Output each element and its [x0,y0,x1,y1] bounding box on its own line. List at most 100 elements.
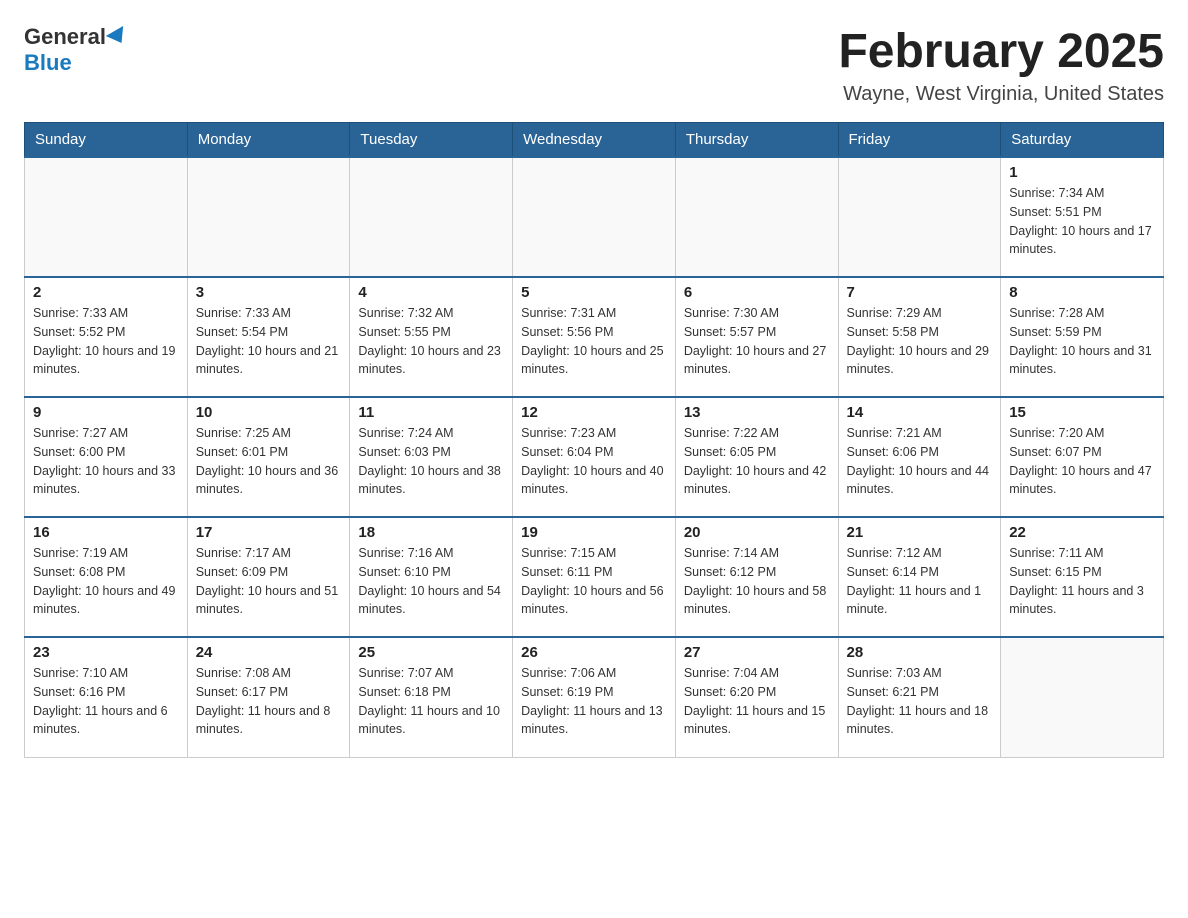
day-number: 19 [521,524,667,541]
calendar-cell: 2Sunrise: 7:33 AMSunset: 5:52 PMDaylight… [25,277,188,397]
calendar-cell: 5 Sunrise: 7:31 AMSunset: 5:56 PMDaylight… [513,277,676,397]
calendar-cell: 8 Sunrise: 7:28 AMSunset: 5:59 PMDaylight… [1001,277,1164,397]
day-info: Sunrise: 7:25 AMSunset: 6:01 PMDaylight:… [196,424,342,499]
day-number: 1 [1009,164,1155,181]
day-number: 28 [847,644,993,661]
header-day-tuesday: Tuesday [350,123,513,158]
day-number: 22 [1009,524,1155,541]
day-info: Sunrise: 7:07 AMSunset: 6:18 PMDaylight:… [358,664,504,739]
calendar-body: 1 Sunrise: 7:34 AMSunset: 5:51 PMDaylight… [25,157,1164,757]
header-day-wednesday: Wednesday [513,123,676,158]
day-info: Sunrise: 7:29 AMSunset: 5:58 PMDaylight:… [847,304,993,379]
day-info: Sunrise: 7:23 AMSunset: 6:04 PMDaylight:… [521,424,667,499]
calendar-cell: 19 Sunrise: 7:15 AMSunset: 6:11 PMDayligh… [513,517,676,637]
day-number: 13 [684,404,830,421]
calendar-cell: 4Sunrise: 7:32 AMSunset: 5:55 PMDaylight… [350,277,513,397]
day-info: Sunrise: 7:27 AMSunset: 6:00 PMDaylight:… [33,424,179,499]
week-row-2: 2Sunrise: 7:33 AMSunset: 5:52 PMDaylight… [25,277,1164,397]
day-info: Sunrise: 7:03 AMSunset: 6:21 PMDaylight:… [847,664,993,739]
day-number: 25 [358,644,504,661]
day-info: Sunrise: 7:14 AMSunset: 6:12 PMDaylight:… [684,544,830,619]
calendar-cell: 15Sunrise: 7:20 AMSunset: 6:07 PMDayligh… [1001,397,1164,517]
day-number: 11 [358,404,504,421]
day-info: Sunrise: 7:30 AMSunset: 5:57 PMDaylight:… [684,304,830,379]
header-day-sunday: Sunday [25,123,188,158]
day-number: 12 [521,404,667,421]
day-number: 27 [684,644,830,661]
logo-general-text: General [24,24,106,50]
calendar-cell: 11 Sunrise: 7:24 AMSunset: 6:03 PMDayligh… [350,397,513,517]
day-info: Sunrise: 7:21 AMSunset: 6:06 PMDaylight:… [847,424,993,499]
calendar-cell [1001,637,1164,757]
day-info: Sunrise: 7:15 AMSunset: 6:11 PMDaylight:… [521,544,667,619]
calendar-cell: 9 Sunrise: 7:27 AMSunset: 6:00 PMDaylight… [25,397,188,517]
calendar-title: February 2025 [838,24,1164,79]
day-info: Sunrise: 7:11 AMSunset: 6:15 PMDaylight:… [1009,544,1155,619]
page-header: General Blue February 2025 Wayne, West V… [24,24,1164,106]
day-number: 26 [521,644,667,661]
day-info: Sunrise: 7:20 AMSunset: 6:07 PMDaylight:… [1009,424,1155,499]
calendar-cell: 1 Sunrise: 7:34 AMSunset: 5:51 PMDaylight… [1001,157,1164,277]
header-day-monday: Monday [187,123,350,158]
calendar-cell: 16 Sunrise: 7:19 AMSunset: 6:08 PMDayligh… [25,517,188,637]
calendar-cell: 25 Sunrise: 7:07 AMSunset: 6:18 PMDayligh… [350,637,513,757]
calendar-cell [187,157,350,277]
calendar-cell: 22 Sunrise: 7:11 AMSunset: 6:15 PMDayligh… [1001,517,1164,637]
logo-blue-text: Blue [24,50,72,76]
header-day-saturday: Saturday [1001,123,1164,158]
calendar-cell: 17Sunrise: 7:17 AMSunset: 6:09 PMDayligh… [187,517,350,637]
day-number: 17 [196,524,342,541]
calendar-cell: 20 Sunrise: 7:14 AMSunset: 6:12 PMDayligh… [675,517,838,637]
calendar-cell: 7 Sunrise: 7:29 AMSunset: 5:58 PMDaylight… [838,277,1001,397]
week-row-4: 16 Sunrise: 7:19 AMSunset: 6:08 PMDayligh… [25,517,1164,637]
calendar-cell: 3 Sunrise: 7:33 AMSunset: 5:54 PMDaylight… [187,277,350,397]
calendar-cell: 18 Sunrise: 7:16 AMSunset: 6:10 PMDayligh… [350,517,513,637]
day-info: Sunrise: 7:33 AMSunset: 5:52 PMDaylight:… [33,304,179,379]
day-number: 9 [33,404,179,421]
logo-arrow-icon [106,26,130,48]
day-number: 20 [684,524,830,541]
calendar-cell: 23 Sunrise: 7:10 AMSunset: 6:16 PMDayligh… [25,637,188,757]
week-row-3: 9 Sunrise: 7:27 AMSunset: 6:00 PMDaylight… [25,397,1164,517]
calendar-subtitle: Wayne, West Virginia, United States [838,83,1164,106]
day-info: Sunrise: 7:08 AMSunset: 6:17 PMDaylight:… [196,664,342,739]
calendar-table: SundayMondayTuesdayWednesdayThursdayFrid… [24,122,1164,758]
day-info: Sunrise: 7:31 AMSunset: 5:56 PMDaylight:… [521,304,667,379]
day-info: Sunrise: 7:12 AMSunset: 6:14 PMDaylight:… [847,544,993,619]
day-info: Sunrise: 7:19 AMSunset: 6:08 PMDaylight:… [33,544,179,619]
calendar-cell: 12 Sunrise: 7:23 AMSunset: 6:04 PMDayligh… [513,397,676,517]
day-number: 23 [33,644,179,661]
day-number: 3 [196,284,342,301]
week-row-1: 1 Sunrise: 7:34 AMSunset: 5:51 PMDaylight… [25,157,1164,277]
calendar-cell [838,157,1001,277]
day-number: 8 [1009,284,1155,301]
day-number: 24 [196,644,342,661]
day-info: Sunrise: 7:28 AMSunset: 5:59 PMDaylight:… [1009,304,1155,379]
day-number: 5 [521,284,667,301]
day-number: 14 [847,404,993,421]
day-info: Sunrise: 7:24 AMSunset: 6:03 PMDaylight:… [358,424,504,499]
calendar-cell [350,157,513,277]
calendar-cell [513,157,676,277]
calendar-cell: 26Sunrise: 7:06 AMSunset: 6:19 PMDayligh… [513,637,676,757]
day-info: Sunrise: 7:16 AMSunset: 6:10 PMDaylight:… [358,544,504,619]
header-day-friday: Friday [838,123,1001,158]
day-info: Sunrise: 7:33 AMSunset: 5:54 PMDaylight:… [196,304,342,379]
day-number: 7 [847,284,993,301]
calendar-cell: 28 Sunrise: 7:03 AMSunset: 6:21 PMDayligh… [838,637,1001,757]
calendar-cell: 14 Sunrise: 7:21 AMSunset: 6:06 PMDayligh… [838,397,1001,517]
day-number: 4 [358,284,504,301]
day-number: 21 [847,524,993,541]
header-row: SundayMondayTuesdayWednesdayThursdayFrid… [25,123,1164,158]
calendar-cell: 10Sunrise: 7:25 AMSunset: 6:01 PMDayligh… [187,397,350,517]
calendar-header: SundayMondayTuesdayWednesdayThursdayFrid… [25,123,1164,158]
day-number: 18 [358,524,504,541]
week-row-5: 23 Sunrise: 7:10 AMSunset: 6:16 PMDayligh… [25,637,1164,757]
calendar-cell: 27Sunrise: 7:04 AMSunset: 6:20 PMDayligh… [675,637,838,757]
calendar-cell: 21 Sunrise: 7:12 AMSunset: 6:14 PMDayligh… [838,517,1001,637]
calendar-cell [25,157,188,277]
calendar-cell: 13Sunrise: 7:22 AMSunset: 6:05 PMDayligh… [675,397,838,517]
day-number: 16 [33,524,179,541]
day-info: Sunrise: 7:10 AMSunset: 6:16 PMDaylight:… [33,664,179,739]
day-info: Sunrise: 7:34 AMSunset: 5:51 PMDaylight:… [1009,184,1155,259]
